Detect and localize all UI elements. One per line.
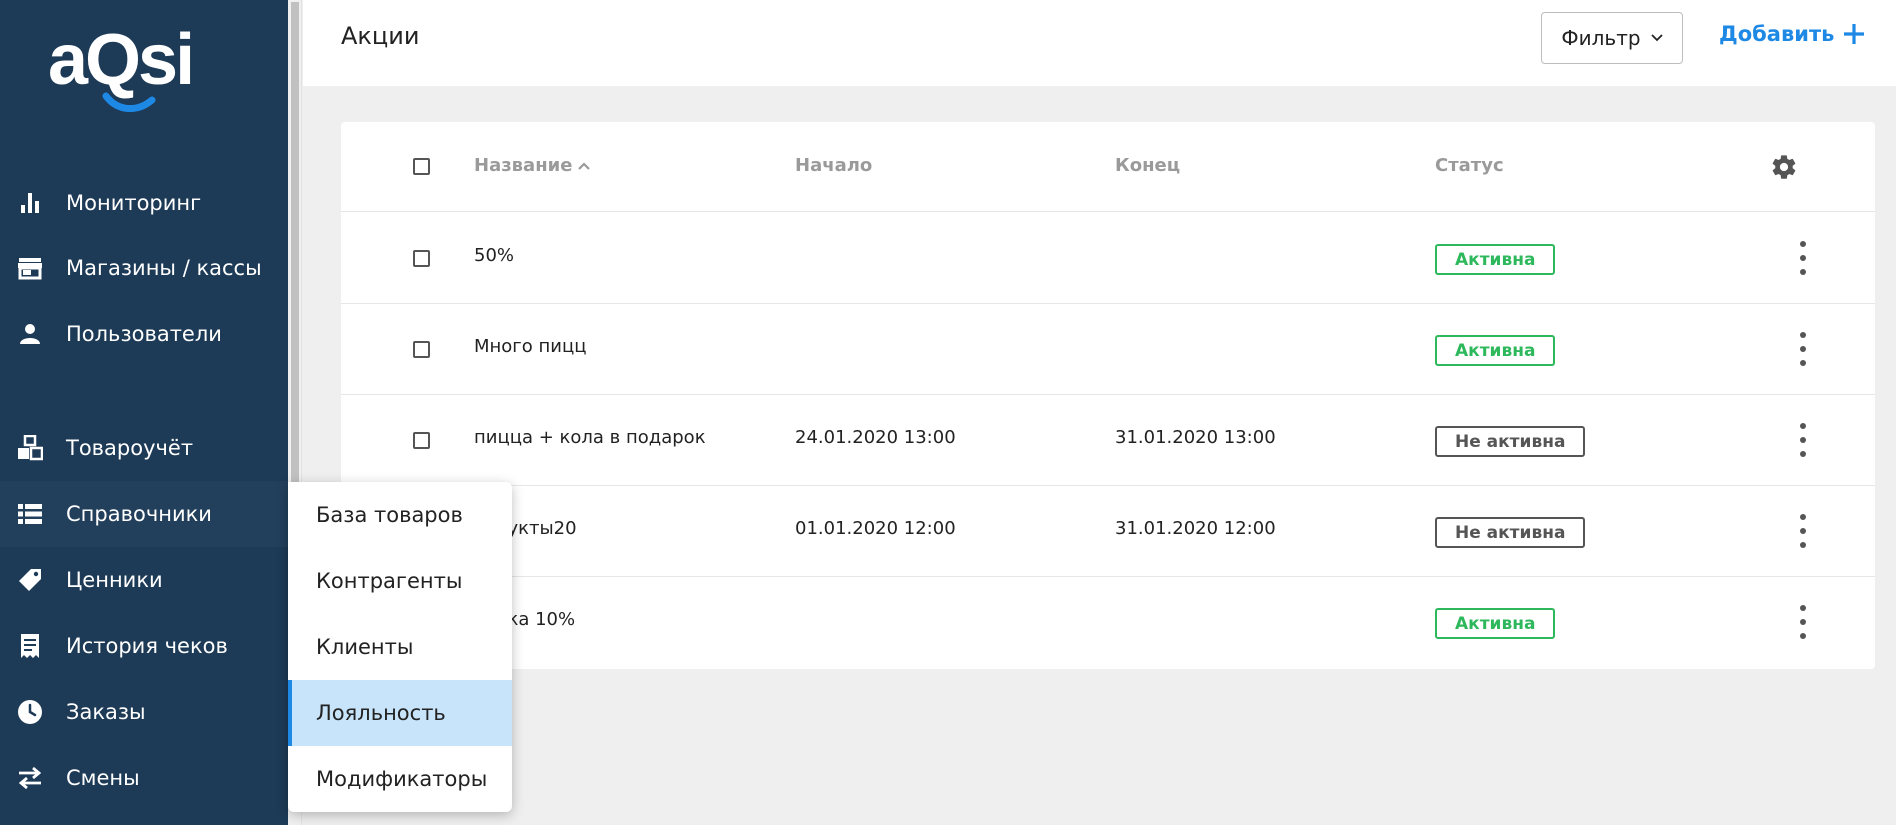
- swap-icon: [16, 764, 44, 792]
- sort-ascending-icon: [578, 161, 591, 170]
- status-badge: Активна: [1435, 244, 1556, 275]
- store-icon: [16, 254, 44, 282]
- sidebar-item-label: Ценники: [66, 568, 163, 592]
- column-header-label: Название: [474, 155, 573, 176]
- column-header-status[interactable]: Статус: [1435, 155, 1504, 176]
- sidebar-item-label: Пользователи: [66, 322, 222, 346]
- gear-icon[interactable]: [1770, 153, 1798, 181]
- row-menu-icon[interactable]: [1793, 332, 1813, 366]
- sidebar-item-shifts[interactable]: Смены: [0, 745, 288, 811]
- cell-end: 31.01.2020 13:00: [1115, 427, 1276, 448]
- sidebar-item-users[interactable]: Пользователи: [0, 301, 288, 367]
- plus-icon: [1844, 24, 1865, 44]
- sidebar-item-price-tags[interactable]: Ценники: [0, 547, 288, 613]
- cell-name: Много пицц: [474, 336, 587, 357]
- table-row[interactable]: 50% Активна: [341, 213, 1875, 304]
- list-icon: [16, 500, 44, 528]
- submenu-item-products[interactable]: База товаров: [288, 482, 512, 548]
- cell-name: пицца + кола в подарок: [474, 427, 706, 448]
- clock-icon: [16, 698, 44, 726]
- column-header-end[interactable]: Конец: [1115, 155, 1180, 176]
- sidebar-item-label: Мониторинг: [66, 191, 202, 215]
- references-submenu: База товаров Контрагенты Клиенты Лояльно…: [288, 482, 512, 812]
- sidebar-item-label: Заказы: [66, 700, 146, 724]
- submenu-item-counterparties[interactable]: Контрагенты: [288, 548, 512, 614]
- bar-chart-icon: [16, 189, 44, 217]
- sidebar-item-label: Смены: [66, 766, 140, 790]
- page-title: Акции: [341, 22, 420, 50]
- select-all-checkbox[interactable]: [413, 158, 430, 175]
- sidebar-item-references[interactable]: Справочники: [0, 481, 288, 547]
- cell-name: 50%: [474, 245, 515, 266]
- status-badge: Не активна: [1435, 517, 1586, 548]
- sidebar-item-orders[interactable]: Заказы: [0, 679, 288, 745]
- table-row[interactable]: Много пицц Активна: [341, 304, 1875, 395]
- sidebar-item-stores[interactable]: Магазины / кассы: [0, 235, 288, 301]
- submenu-item-modifiers[interactable]: Модификаторы: [288, 746, 512, 812]
- svg-text:aQsi: aQsi: [48, 22, 192, 100]
- row-menu-icon[interactable]: [1793, 241, 1813, 275]
- row-checkbox[interactable]: [413, 341, 430, 358]
- status-badge: Не активна: [1435, 426, 1586, 457]
- add-label: Добавить: [1719, 22, 1835, 46]
- add-button[interactable]: Добавить: [1719, 22, 1866, 46]
- aqsi-logo[interactable]: aQsi: [48, 22, 238, 112]
- row-menu-icon[interactable]: [1793, 423, 1813, 457]
- status-badge: Активна: [1435, 335, 1556, 366]
- submenu-item-loyalty[interactable]: Лояльность: [288, 680, 512, 746]
- chevron-down-icon: [1650, 34, 1663, 42]
- column-header-name[interactable]: Название: [474, 155, 591, 176]
- table-row[interactable]: дка 10% Активна: [341, 577, 1875, 668]
- sidebar-item-label: История чеков: [66, 634, 228, 658]
- submenu-item-clients[interactable]: Клиенты: [288, 614, 512, 680]
- row-checkbox[interactable]: [413, 432, 430, 449]
- promotions-table: Название Начало Конец Статус 50% Активна…: [341, 122, 1875, 669]
- filter-button[interactable]: Фильтр: [1541, 12, 1683, 64]
- table-row[interactable]: пицца + кола в подарок 24.01.2020 13:00 …: [341, 395, 1875, 486]
- cell-start: 24.01.2020 13:00: [795, 427, 956, 448]
- row-menu-icon[interactable]: [1793, 605, 1813, 639]
- table-row[interactable]: дукты20 01.01.2020 12:00 31.01.2020 12:0…: [341, 486, 1875, 577]
- tag-icon: [16, 566, 44, 594]
- cell-start: 01.01.2020 12:00: [795, 518, 956, 539]
- sidebar-item-label: Товароучёт: [66, 436, 194, 460]
- row-menu-icon[interactable]: [1793, 514, 1813, 548]
- sidebar-item-monitoring[interactable]: Мониторинг: [0, 170, 288, 236]
- sidebar: aQsi Мониторинг Магазины / кассы Пользов…: [0, 0, 288, 825]
- sidebar-item-label: Справочники: [66, 502, 212, 526]
- filter-label: Фильтр: [1561, 26, 1641, 50]
- sidebar-item-label: Магазины / кассы: [66, 256, 262, 280]
- column-header-start[interactable]: Начало: [795, 155, 872, 176]
- page-header: Акции Фильтр Добавить: [303, 0, 1896, 86]
- sidebar-item-inventory[interactable]: Товароучёт: [0, 415, 288, 481]
- receipt-icon: [16, 632, 44, 660]
- sidebar-item-receipts[interactable]: История чеков: [0, 613, 288, 679]
- sidebar-scrollbar-thumb[interactable]: [291, 2, 299, 482]
- cell-end: 31.01.2020 12:00: [1115, 518, 1276, 539]
- table-header: Название Начало Конец Статус: [341, 122, 1875, 212]
- boxes-icon: [16, 434, 44, 462]
- user-icon: [16, 320, 44, 348]
- row-checkbox[interactable]: [413, 250, 430, 267]
- status-badge: Активна: [1435, 608, 1556, 639]
